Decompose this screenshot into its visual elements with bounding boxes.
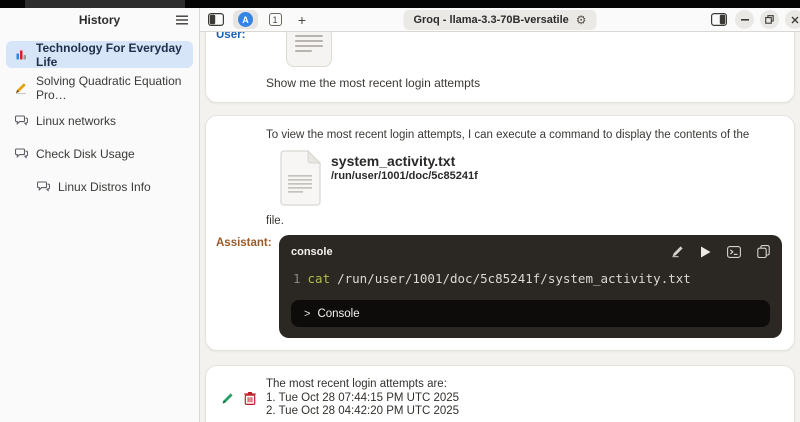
hamburger-icon <box>176 15 188 25</box>
desktop-top-strip <box>0 0 800 8</box>
attachment-thumbnail[interactable] <box>286 32 332 67</box>
edit-message-button[interactable] <box>221 392 234 405</box>
sidebar-menu-button[interactable] <box>174 13 190 27</box>
history-list: Technology For Everyday Life Solving Qua… <box>0 32 199 200</box>
console-block-title: console <box>291 246 333 258</box>
edit-code-button[interactable] <box>671 245 684 258</box>
new-tab-button[interactable]: + <box>292 10 312 29</box>
pencil-note-icon <box>14 82 28 94</box>
chevron-right-icon: > <box>304 308 310 320</box>
sidebar-item-technology-for-everyday-life[interactable]: Technology For Everyday Life <box>6 41 193 68</box>
bar-chart-icon <box>14 49 28 60</box>
result-line: 1. Tue Oct 28 07:44:15 PM UTC 2025 <box>266 392 782 406</box>
sidebar-item-label: Solving Quadratic Equation Pro… <box>36 74 185 102</box>
assistant-intro-text: To view the most recent login attempts, … <box>266 128 782 141</box>
sidebar-item-linux-networks[interactable]: Linux networks <box>6 107 193 134</box>
panel-right-icon <box>711 13 727 26</box>
user-role-label: User: <box>216 32 266 90</box>
user-message-card: User: Show me the most recent login atte… <box>205 32 795 103</box>
code-argument: /run/user/1001/doc/5c85241f/system_activ… <box>337 271 691 286</box>
code-keyword: cat <box>308 271 331 286</box>
result-line: 2. Tue Oct 28 04:42:20 PM UTC 2025 <box>266 405 782 419</box>
user-message-text: Show me the most recent login attempts <box>266 76 782 90</box>
tab-count-badge: 1 <box>269 13 282 26</box>
trash-icon <box>244 392 256 405</box>
sidebar-header: History <box>0 8 199 32</box>
thumb-line <box>295 45 323 47</box>
assistant-result-text: The most recent login attempts are: 1. T… <box>266 378 782 419</box>
minimize-button[interactable] <box>735 10 754 29</box>
sidebar-item-solving-quadratic-equation[interactable]: Solving Quadratic Equation Pro… <box>6 74 193 101</box>
assistant-result-card: The most recent login attempts are: 1. T… <box>205 365 795 422</box>
restore-button[interactable] <box>760 10 779 29</box>
restore-icon <box>765 15 774 24</box>
window-title: Groq - llama-3.3-70B-versatile <box>413 14 568 26</box>
assistant-intro-suffix: file. <box>266 215 782 227</box>
thumb-line <box>295 35 323 37</box>
sidebar-toggle-icon <box>208 13 224 26</box>
console-output-label: Console <box>317 308 359 320</box>
attachment-filename: system_activity.txt <box>331 153 478 169</box>
chat-bubbles-icon <box>36 181 50 192</box>
play-icon <box>700 246 711 258</box>
headerbar: A 1 + Groq - llama-3.3-70B-versatile ⚙ <box>200 8 800 32</box>
assistant-role-label: Assistant: <box>216 235 266 338</box>
thumb-line <box>295 50 312 52</box>
panel-toggle-button[interactable] <box>709 10 729 29</box>
attachment-filepath: /run/user/1001/doc/5c85241f <box>331 170 478 182</box>
background-window-edge <box>25 0 185 8</box>
app-window: History Technology For Everyday Life Sol <box>0 0 800 422</box>
thumb-line <box>295 40 323 42</box>
sidebar-item-label: Linux Distros Info <box>58 180 151 194</box>
edit-pencil-icon <box>221 392 234 405</box>
close-button[interactable] <box>785 10 800 29</box>
console-output-expander[interactable]: > Console <box>291 300 770 327</box>
pencil-icon <box>671 245 684 258</box>
role-label-spacer <box>216 128 266 235</box>
terminal-icon <box>727 246 741 258</box>
chat-bubbles-icon <box>14 148 28 159</box>
sidebar-item-label: Technology For Everyday Life <box>36 41 185 69</box>
close-icon <box>791 16 799 24</box>
chat-scroll-area[interactable]: User: Show me the most recent login atte… <box>200 32 800 422</box>
sidebar-toggle-button[interactable] <box>206 10 226 29</box>
delete-message-button[interactable] <box>244 392 256 405</box>
console-command-line: 1 cat/run/user/1001/doc/5c85241f/system_a… <box>293 271 770 286</box>
tab-avatar: A <box>238 12 253 27</box>
sidebar-title: History <box>79 13 120 27</box>
chat-bubbles-icon <box>14 115 28 126</box>
assistant-message-card: To view the most recent login attempts, … <box>205 115 795 351</box>
sidebar-item-label: Linux networks <box>36 114 116 128</box>
code-line-number: 1 <box>293 271 301 286</box>
file-attachment[interactable]: system_activity.txt /run/user/1001/doc/5… <box>279 150 782 206</box>
console-code-block: console <box>279 235 782 338</box>
sidebar-item-label: Check Disk Usage <box>36 147 135 161</box>
model-title-button[interactable]: Groq - llama-3.3-70B-versatile ⚙ <box>403 10 596 30</box>
gear-icon: ⚙ <box>576 14 587 26</box>
run-code-button[interactable] <box>700 246 711 258</box>
sidebar-item-check-disk-usage[interactable]: Check Disk Usage <box>6 140 193 167</box>
minimize-icon <box>741 19 749 21</box>
active-tab-button[interactable]: A <box>233 10 258 29</box>
copy-code-button[interactable] <box>757 245 770 258</box>
tab-overview-button[interactable]: 1 <box>265 10 285 29</box>
history-sidebar: History Technology For Everyday Life Sol <box>0 8 200 422</box>
result-line: The most recent login attempts are: <box>266 378 782 392</box>
document-icon <box>279 150 321 206</box>
sidebar-item-linux-distros-info[interactable]: Linux Distros Info <box>28 173 193 200</box>
copy-icon <box>757 245 770 258</box>
open-terminal-button[interactable] <box>727 246 741 258</box>
